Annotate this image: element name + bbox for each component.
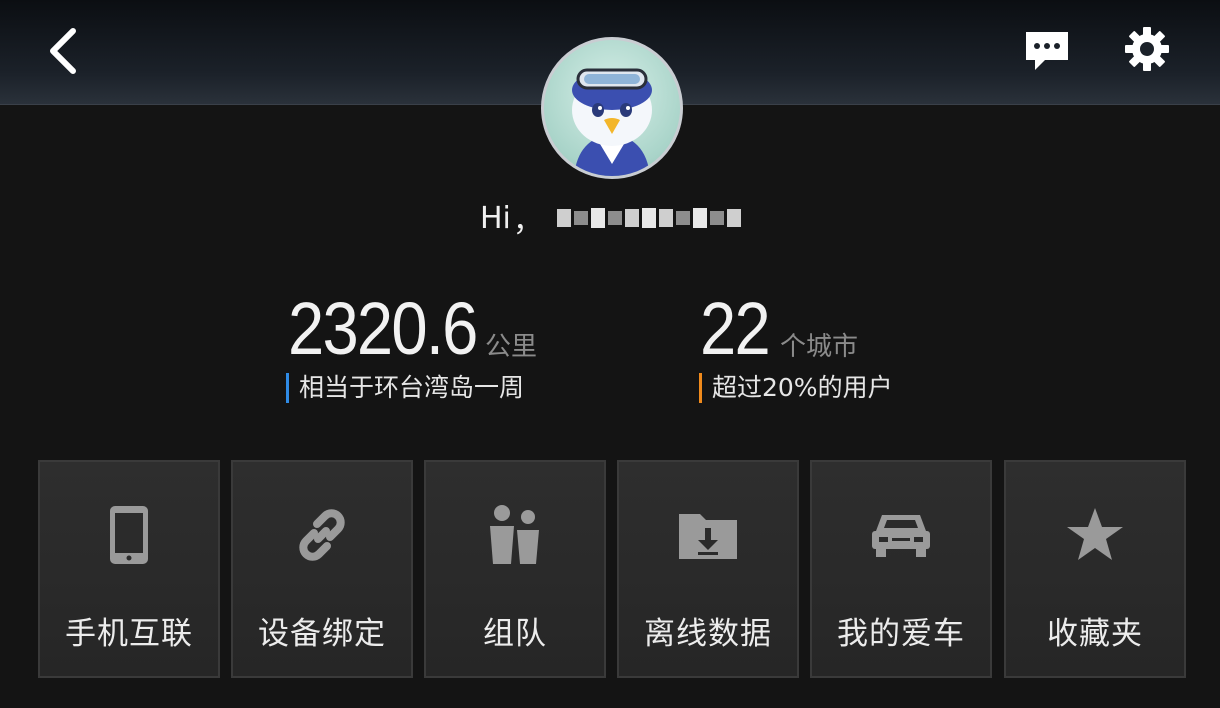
- tile-label: 设备绑定: [258, 616, 386, 652]
- cities-description: 超过20%的用户: [699, 373, 893, 403]
- greeting-text: Hi: [480, 200, 511, 236]
- chevron-left-icon: [43, 25, 83, 81]
- team-icon: [485, 504, 545, 570]
- gear-icon: [1123, 25, 1171, 77]
- cities-value: 22: [700, 287, 771, 370]
- distance-description: 相当于环台湾岛一周: [286, 373, 524, 403]
- distance-stat: 2320.6: [288, 292, 502, 366]
- settings-button[interactable]: [1118, 22, 1176, 80]
- tile-label: 我的爱车: [837, 616, 965, 652]
- my-car-button[interactable]: 我的爱车: [810, 460, 992, 678]
- device-binding-button[interactable]: 设备绑定: [231, 460, 413, 678]
- menu-grid: 手机互联 设备绑定 组队 离线数据 我的爱车 收藏夹: [38, 460, 1188, 678]
- favorites-button[interactable]: 收藏夹: [1004, 460, 1186, 678]
- smartphone-icon: [109, 505, 149, 569]
- tile-label: 收藏夹: [1047, 616, 1143, 652]
- chat-bubble-icon: [1023, 28, 1071, 78]
- tile-label: 手机互联: [65, 616, 193, 652]
- cities-unit: 个城市: [780, 332, 859, 362]
- messages-button[interactable]: [1018, 24, 1076, 82]
- phone-connect-button[interactable]: 手机互联: [38, 460, 220, 678]
- team-button[interactable]: 组队: [424, 460, 606, 678]
- offline-data-button[interactable]: 离线数据: [617, 460, 799, 678]
- star-icon: [1065, 506, 1125, 568]
- distance-unit: 公里: [485, 332, 538, 362]
- folder-download-icon: [678, 510, 738, 564]
- back-button[interactable]: [34, 24, 92, 82]
- link-icon: [292, 505, 352, 569]
- tile-label: 离线数据: [644, 616, 772, 652]
- greeting: Hi ，: [480, 198, 741, 239]
- avatar[interactable]: [541, 37, 683, 179]
- greeting-comma: ，: [512, 204, 543, 239]
- car-icon: [870, 511, 932, 563]
- distance-value: 2320.6: [288, 287, 478, 370]
- cities-stat: 22: [700, 292, 778, 366]
- penguin-avatar-image: [572, 68, 652, 176]
- pixelated-username: [556, 208, 741, 228]
- tile-label: 组队: [483, 616, 547, 652]
